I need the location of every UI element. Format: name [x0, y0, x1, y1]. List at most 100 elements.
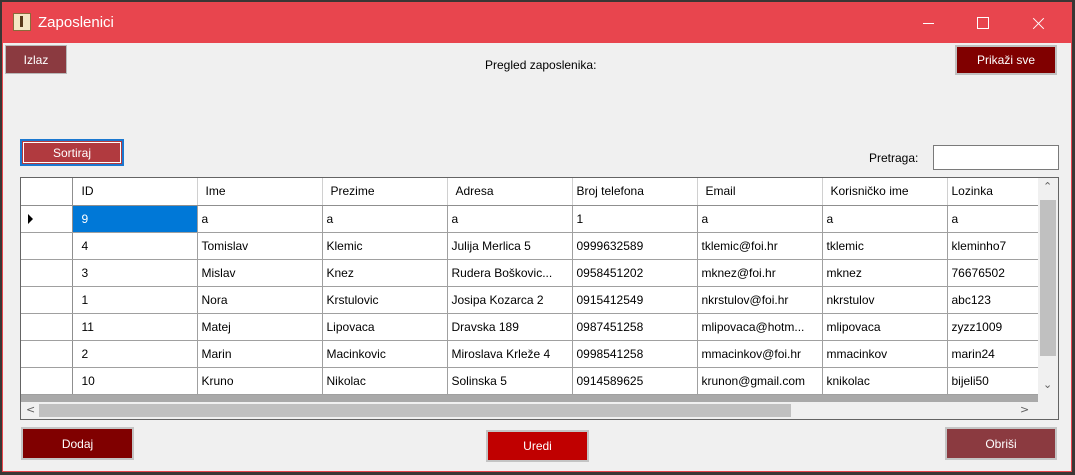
table-cell[interactable]: 4 — [72, 232, 198, 260]
table-cell[interactable]: knikolac — [822, 367, 948, 395]
table-cell[interactable]: tklemic — [822, 232, 948, 260]
table-cell[interactable]: abc123 — [947, 286, 1039, 314]
table-cell[interactable]: a — [697, 205, 823, 233]
edit-button[interactable]: Uredi — [486, 430, 589, 462]
minimize-icon[interactable] — [906, 3, 952, 43]
table-cell[interactable]: kleminho7 — [947, 232, 1039, 260]
column-header-email[interactable]: Email — [697, 178, 823, 206]
table-cell[interactable]: marin24 — [947, 340, 1039, 368]
vertical-scrollbar[interactable]: ⌃ ⌄ — [1038, 178, 1058, 402]
table-cell[interactable]: Macinkovic — [322, 340, 448, 368]
maximize-icon[interactable] — [960, 3, 1006, 43]
header-row: ID Ime Prezime Adresa Broj telefona Emai… — [21, 178, 1039, 206]
table-cell[interactable]: Nora — [197, 286, 323, 314]
table-cell[interactable]: a — [197, 205, 323, 233]
horizontal-scrollbar[interactable]: < > — [21, 402, 1038, 419]
table-cell[interactable]: 0958451202 — [572, 259, 698, 287]
close-icon[interactable] — [1015, 3, 1061, 43]
row-selector[interactable] — [21, 259, 73, 287]
row-selector[interactable] — [21, 367, 73, 395]
row-selector[interactable] — [21, 340, 73, 368]
table-row[interactable]: 3 Mislav Knez Rudera Boškovic... 0958451… — [21, 259, 1039, 287]
table-cell[interactable]: mmacinkov — [822, 340, 948, 368]
horizontal-scroll-thumb[interactable] — [39, 404, 791, 417]
table-cell[interactable]: Knez — [322, 259, 448, 287]
table-cell[interactable]: a — [447, 205, 573, 233]
table-cell[interactable]: krunon@gmail.com — [697, 367, 823, 395]
column-header-prezime[interactable]: Prezime — [322, 178, 448, 206]
title-bar[interactable]: Zaposlenici — [3, 3, 1071, 43]
show-all-button[interactable]: Prikaži sve — [955, 45, 1057, 75]
column-header-korisnicko-ime[interactable]: Korisničko ime — [822, 178, 948, 206]
table-row[interactable]: 4 Tomislav Klemic Julija Merlica 5 09996… — [21, 232, 1039, 260]
table-row[interactable]: 9 a a a 1 a a a — [21, 205, 1039, 233]
scroll-left-icon[interactable]: < — [26, 403, 35, 416]
table-cell[interactable]: mlipovaca@hotm... — [697, 313, 823, 341]
column-header-lozinka[interactable]: Lozinka — [947, 178, 1039, 206]
table-cell[interactable]: 1 — [72, 286, 198, 314]
scroll-right-icon[interactable]: > — [1020, 403, 1029, 416]
table-cell[interactable]: bijeli50 — [947, 367, 1039, 395]
table-cell[interactable]: mknez — [822, 259, 948, 287]
table-cell[interactable]: Lipovaca — [322, 313, 448, 341]
table-cell[interactable]: Krstulovic — [322, 286, 448, 314]
table-cell[interactable]: Solinska 5 — [447, 367, 573, 395]
column-header-adresa[interactable]: Adresa — [447, 178, 573, 206]
exit-button[interactable]: Izlaz — [5, 45, 67, 74]
vertical-scroll-thumb[interactable] — [1040, 200, 1056, 356]
table-cell[interactable]: Dravska 189 — [447, 313, 573, 341]
table-cell[interactable]: 0999632589 — [572, 232, 698, 260]
column-header-ime[interactable]: Ime — [197, 178, 323, 206]
column-header-broj-telefona[interactable]: Broj telefona — [572, 178, 698, 206]
table-cell[interactable]: a — [322, 205, 448, 233]
table-cell[interactable]: Marin — [197, 340, 323, 368]
table-cell[interactable]: nkrstulov — [822, 286, 948, 314]
add-button[interactable]: Dodaj — [21, 427, 134, 460]
search-input[interactable] — [933, 145, 1059, 170]
sort-button[interactable]: Sortiraj — [20, 139, 124, 166]
employees-grid[interactable]: ID Ime Prezime Adresa Broj telefona Emai… — [20, 177, 1059, 420]
row-selector[interactable] — [21, 286, 73, 314]
row-selector[interactable] — [21, 313, 73, 341]
table-cell[interactable]: Josipa Kozarca 2 — [447, 286, 573, 314]
table-cell[interactable]: 9 — [72, 205, 198, 233]
table-row[interactable]: 10 Kruno Nikolac Solinska 5 0914589625 k… — [21, 367, 1039, 395]
scrollbar-corner — [1038, 402, 1058, 419]
column-header-id[interactable]: ID — [72, 178, 198, 206]
table-cell[interactable]: mmacinkov@foi.hr — [697, 340, 823, 368]
table-cell[interactable]: 0914589625 — [572, 367, 698, 395]
row-selector[interactable] — [21, 205, 73, 233]
table-cell[interactable]: Rudera Boškovic... — [447, 259, 573, 287]
scroll-up-icon[interactable]: ⌃ — [1043, 180, 1052, 193]
table-row[interactable]: 1 Nora Krstulovic Josipa Kozarca 2 09154… — [21, 286, 1039, 314]
table-cell[interactable]: Mislav — [197, 259, 323, 287]
scroll-down-icon[interactable]: ⌄ — [1043, 378, 1052, 391]
table-cell[interactable]: mknez@foi.hr — [697, 259, 823, 287]
table-cell[interactable]: Nikolac — [322, 367, 448, 395]
row-selector[interactable] — [21, 232, 73, 260]
table-cell[interactable]: nkrstulov@foi.hr — [697, 286, 823, 314]
table-cell[interactable]: 0915412549 — [572, 286, 698, 314]
table-cell[interactable]: Miroslava Krleže 4 — [447, 340, 573, 368]
table-cell[interactable]: 2 — [72, 340, 198, 368]
table-cell[interactable]: 76676502 — [947, 259, 1039, 287]
table-cell[interactable]: Matej — [197, 313, 323, 341]
table-cell[interactable]: Kruno — [197, 367, 323, 395]
table-cell[interactable]: 0998541258 — [572, 340, 698, 368]
table-cell[interactable]: Julija Merlica 5 — [447, 232, 573, 260]
delete-button[interactable]: Obriši — [945, 427, 1057, 460]
table-cell[interactable]: 1 — [572, 205, 698, 233]
table-row[interactable]: 11 Matej Lipovaca Dravska 189 0987451258… — [21, 313, 1039, 341]
table-cell[interactable]: mlipovaca — [822, 313, 948, 341]
table-cell[interactable]: a — [947, 205, 1039, 233]
table-cell[interactable]: zyzz1009 — [947, 313, 1039, 341]
table-cell[interactable]: Tomislav — [197, 232, 323, 260]
table-cell[interactable]: a — [822, 205, 948, 233]
table-cell[interactable]: Klemic — [322, 232, 448, 260]
table-cell[interactable]: 3 — [72, 259, 198, 287]
table-cell[interactable]: tklemic@foi.hr — [697, 232, 823, 260]
table-cell[interactable]: 10 — [72, 367, 198, 395]
table-cell[interactable]: 0987451258 — [572, 313, 698, 341]
table-cell[interactable]: 11 — [72, 313, 198, 341]
table-row[interactable]: 2 Marin Macinkovic Miroslava Krleže 4 09… — [21, 340, 1039, 368]
